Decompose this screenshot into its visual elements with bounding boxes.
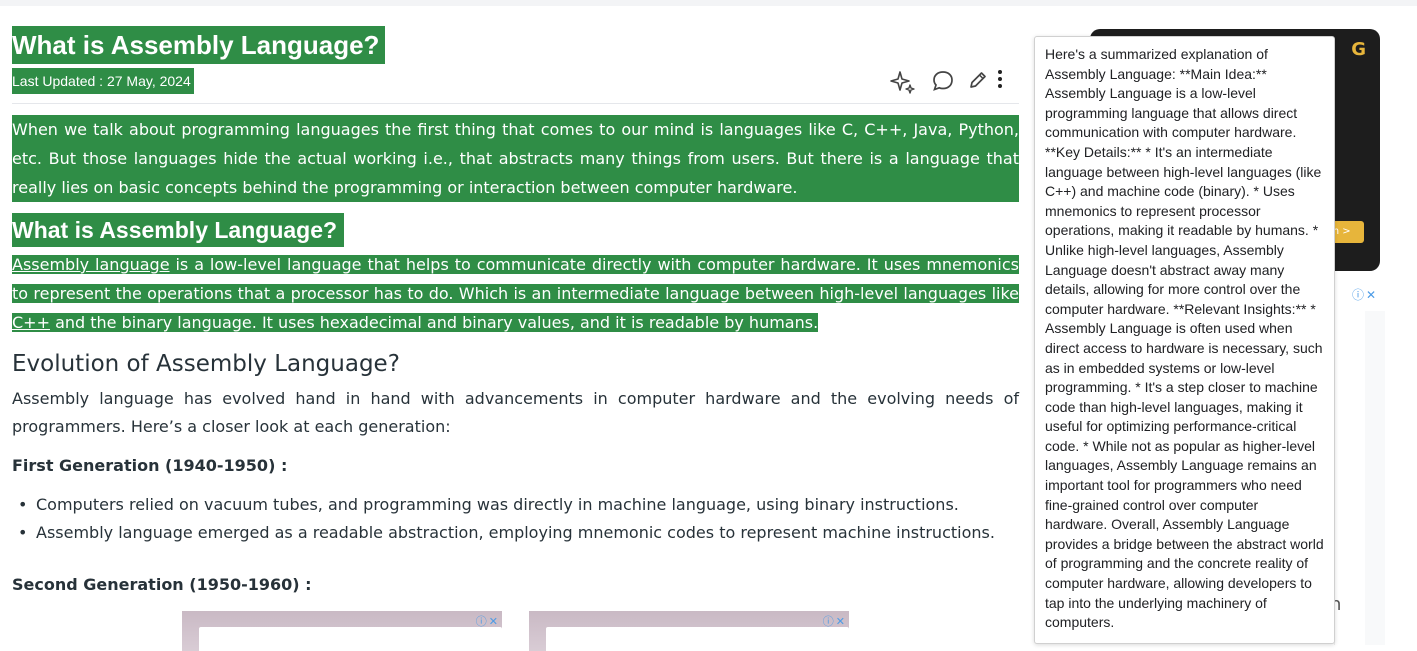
summary-popup: Here's a summarized explanation of Assem… <box>1034 36 1335 644</box>
definition-text-b: and the binary language. It uses hexadec… <box>49 313 819 332</box>
ad-content <box>199 627 502 651</box>
sidebar-ad-secondary[interactable] <box>1334 311 1385 645</box>
section-paragraph-definition: Assembly language is a low-level languag… <box>12 250 1019 337</box>
more-vertical-icon[interactable] <box>994 68 1006 94</box>
ad-banner-right[interactable]: ⓘ✕ <box>529 611 849 651</box>
section-heading-evolution: Evolution of Assembly Language? <box>12 351 400 377</box>
ad-logo: G <box>1351 39 1366 60</box>
pencil-icon[interactable] <box>966 68 990 94</box>
intro-paragraph: When we talk about programming languages… <box>12 115 1019 202</box>
evolution-paragraph: Assembly language has evolved hand in ha… <box>12 389 1019 436</box>
comment-icon[interactable] <box>930 68 956 94</box>
page-title: What is Assembly Language? <box>12 26 386 64</box>
top-bar <box>0 0 1417 6</box>
list-item: Assembly language emerged as a readable … <box>18 519 995 547</box>
divider <box>12 103 1019 104</box>
section-heading-what-is: What is Assembly Language? <box>12 213 345 247</box>
assembly-language-link[interactable]: Assembly language <box>12 255 170 274</box>
ad-info-close-icon[interactable]: ⓘ✕ <box>1352 286 1378 303</box>
cpp-link[interactable]: C++ <box>12 313 50 332</box>
last-updated: Last Updated : 27 May, 2024 <box>12 68 194 94</box>
ad-banner-left[interactable]: ⓘ✕ <box>182 611 502 651</box>
gen2-heading: Second Generation (1950-1960) : <box>12 575 312 594</box>
summary-text: Here's a summarized explanation of Assem… <box>1045 46 1324 631</box>
gen1-heading: First Generation (1940-1950) : <box>12 456 288 475</box>
sparkle-icon[interactable] <box>890 68 918 94</box>
ad-content <box>546 627 849 651</box>
article-actions <box>890 68 1010 96</box>
list-item: Computers relied on vacuum tubes, and pr… <box>18 491 959 519</box>
